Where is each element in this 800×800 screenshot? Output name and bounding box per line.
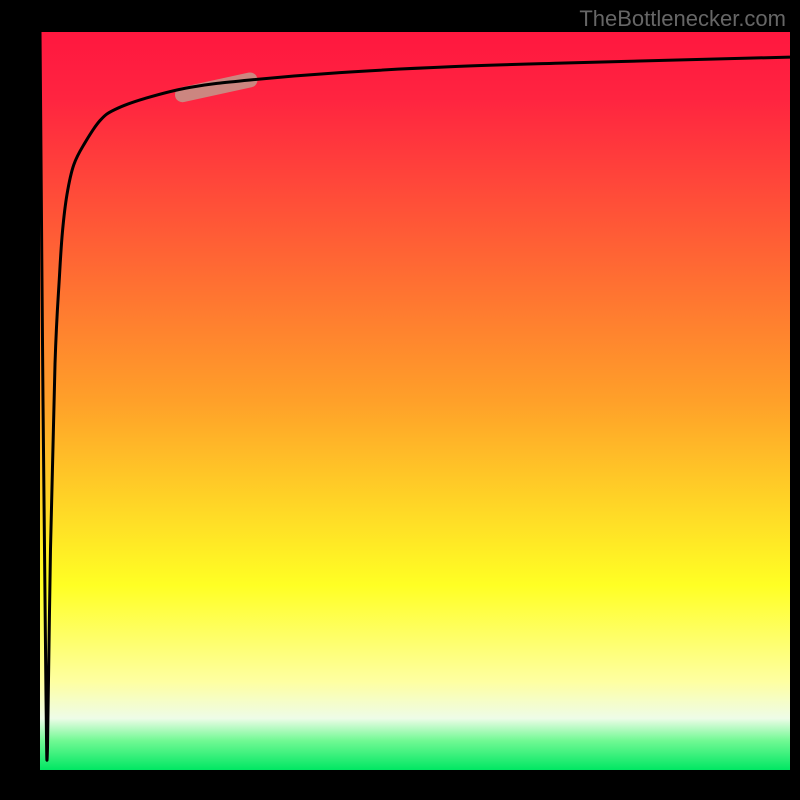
gradient-background: [40, 32, 790, 770]
watermark-text: TheBottlenecker.com: [579, 6, 786, 32]
plot-area: [40, 32, 790, 770]
